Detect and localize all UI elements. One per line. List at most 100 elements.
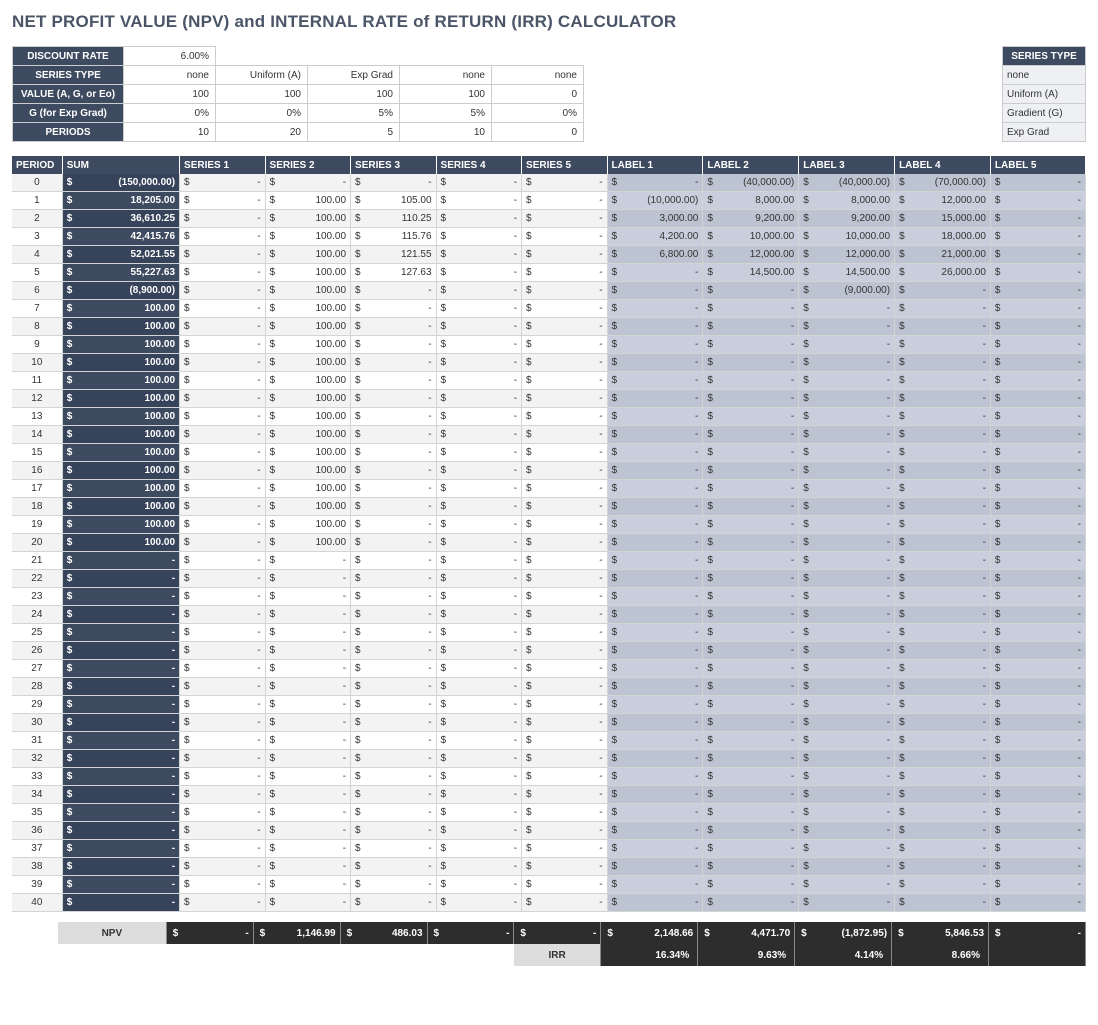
- money-cell: $-: [703, 606, 799, 624]
- table-row: 6$(8,900.00)$-$100.00$-$-$-$-$-$(9,000.0…: [12, 282, 1086, 300]
- money-cell: $-: [436, 822, 522, 840]
- period-cell: 36: [12, 822, 62, 840]
- series-type-cell[interactable]: none: [492, 66, 584, 85]
- money-cell: $-: [895, 498, 991, 516]
- money-cell: $-: [351, 516, 437, 534]
- money-cell: $36,610.25: [62, 210, 179, 228]
- money-cell: $-: [799, 426, 895, 444]
- series-type-cell[interactable]: Exp Grad: [308, 66, 400, 85]
- npv-cell: $-: [427, 922, 514, 944]
- table-row: 16$100.00$-$100.00$-$-$-$-$-$-$-$-: [12, 462, 1086, 480]
- periods-cell[interactable]: 10: [124, 123, 216, 142]
- money-cell: $-: [436, 390, 522, 408]
- value-cell[interactable]: 100: [400, 85, 492, 104]
- money-cell: $-: [522, 264, 608, 282]
- money-cell: $-: [180, 480, 266, 498]
- money-cell: $-: [180, 750, 266, 768]
- money-cell: $-: [607, 786, 703, 804]
- money-cell: $-: [436, 894, 522, 912]
- money-cell: $-: [607, 768, 703, 786]
- g-cell[interactable]: 5%: [308, 104, 400, 123]
- money-cell: $-: [607, 480, 703, 498]
- periods-cell[interactable]: 10: [400, 123, 492, 142]
- money-cell: $-: [180, 786, 266, 804]
- money-cell: $-: [522, 570, 608, 588]
- money-cell: $-: [180, 336, 266, 354]
- discount-rate-cell[interactable]: 6.00%: [124, 47, 216, 66]
- table-row: 35$-$-$-$-$-$-$-$-$-$-$-: [12, 804, 1086, 822]
- money-cell: $-: [436, 858, 522, 876]
- money-cell: $100.00: [62, 498, 179, 516]
- money-cell: $-: [799, 876, 895, 894]
- param-row-label: DISCOUNT RATE: [13, 47, 124, 66]
- money-cell: $-: [522, 192, 608, 210]
- money-cell: $-: [180, 606, 266, 624]
- money-cell: $-: [607, 660, 703, 678]
- money-cell: $-: [180, 282, 266, 300]
- money-cell: $-: [703, 714, 799, 732]
- value-cell[interactable]: 0: [492, 85, 584, 104]
- money-cell: $-: [522, 318, 608, 336]
- money-cell: $-: [607, 876, 703, 894]
- money-cell: $-: [607, 894, 703, 912]
- series-type-cell[interactable]: none: [124, 66, 216, 85]
- npv-cell: $-: [166, 922, 253, 944]
- money-cell: $-: [265, 660, 351, 678]
- periods-cell[interactable]: 5: [308, 123, 400, 142]
- money-cell: $-: [180, 318, 266, 336]
- money-cell: $(10,000.00): [607, 192, 703, 210]
- money-cell: $-: [265, 894, 351, 912]
- value-cell[interactable]: 100: [124, 85, 216, 104]
- money-cell: $-: [895, 750, 991, 768]
- money-cell: $-: [522, 714, 608, 732]
- money-cell: $-: [351, 282, 437, 300]
- money-cell: $-: [522, 372, 608, 390]
- money-cell: $-: [990, 768, 1085, 786]
- g-cell[interactable]: 0%: [216, 104, 308, 123]
- g-cell[interactable]: 0%: [492, 104, 584, 123]
- money-cell: $-: [990, 480, 1085, 498]
- money-cell: $-: [265, 876, 351, 894]
- money-cell: $-: [436, 462, 522, 480]
- money-cell: $-: [436, 336, 522, 354]
- g-cell[interactable]: 0%: [124, 104, 216, 123]
- money-cell: $-: [990, 570, 1085, 588]
- money-cell: $-: [62, 768, 179, 786]
- money-cell: $-: [265, 714, 351, 732]
- money-cell: $-: [351, 534, 437, 552]
- table-row: 31$-$-$-$-$-$-$-$-$-$-$-: [12, 732, 1086, 750]
- periods-cell[interactable]: 0: [492, 123, 584, 142]
- money-cell: $-: [351, 480, 437, 498]
- table-row: 21$-$-$-$-$-$-$-$-$-$-$-: [12, 552, 1086, 570]
- money-cell: $-: [351, 390, 437, 408]
- money-cell: $-: [990, 192, 1085, 210]
- series-type-cell[interactable]: Uniform (A): [216, 66, 308, 85]
- money-cell: $-: [522, 498, 608, 516]
- money-cell: $-: [607, 516, 703, 534]
- money-cell: $-: [522, 354, 608, 372]
- money-cell: $-: [607, 336, 703, 354]
- money-cell: $-: [799, 768, 895, 786]
- money-cell: $-: [990, 750, 1085, 768]
- money-cell: $-: [436, 228, 522, 246]
- money-cell: $42,415.76: [62, 228, 179, 246]
- periods-cell[interactable]: 20: [216, 123, 308, 142]
- value-cell[interactable]: 100: [308, 85, 400, 104]
- money-cell: $-: [607, 444, 703, 462]
- money-cell: $-: [351, 372, 437, 390]
- money-cell: $14,500.00: [703, 264, 799, 282]
- period-cell: 10: [12, 354, 62, 372]
- money-cell: $-: [703, 642, 799, 660]
- period-cell: 33: [12, 768, 62, 786]
- money-cell: $100.00: [265, 390, 351, 408]
- money-cell: $-: [703, 876, 799, 894]
- money-cell: $-: [180, 462, 266, 480]
- money-cell: $121.55: [351, 246, 437, 264]
- g-cell[interactable]: 5%: [400, 104, 492, 123]
- value-cell[interactable]: 100: [216, 85, 308, 104]
- money-cell: $-: [895, 462, 991, 480]
- money-cell: $-: [895, 354, 991, 372]
- money-cell: $-: [703, 390, 799, 408]
- param-row-label: G (for Exp Grad): [13, 104, 124, 123]
- series-type-cell[interactable]: none: [400, 66, 492, 85]
